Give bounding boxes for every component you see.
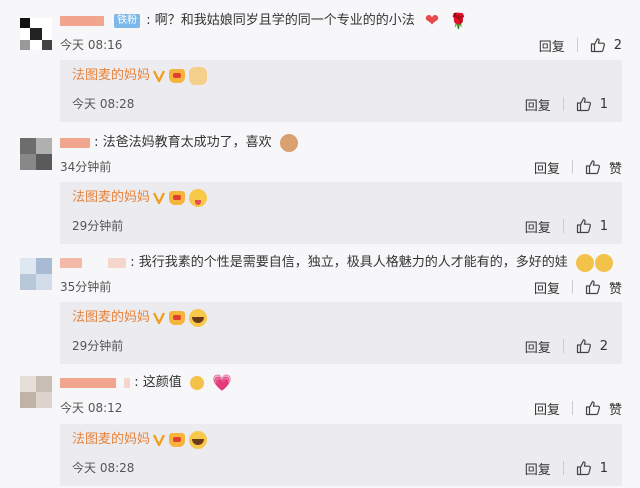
verified-v-icon xyxy=(153,192,166,205)
thumbs-up-icon xyxy=(576,338,592,354)
divider xyxy=(576,38,578,52)
handshake-emoji xyxy=(189,67,208,85)
reply-button[interactable]: 回复 xyxy=(525,337,551,356)
comment-text: 我行我素的个性是需要自信，独立，极具人格魅力的人才能有的，多好的娃 xyxy=(138,255,568,270)
masked-nickname[interactable] xyxy=(60,137,90,148)
laughing-emoji xyxy=(189,309,208,327)
reply-button[interactable]: 回复 xyxy=(525,95,551,114)
reply-author[interactable]: 法图麦的妈妈 xyxy=(72,308,150,328)
comment-text: 法爸法妈教育太成功了，喜欢 xyxy=(102,135,272,150)
avatar[interactable] xyxy=(20,138,52,170)
reply-box: 法图麦的妈妈 今天 08:28 回复 1 xyxy=(60,424,622,486)
divider xyxy=(571,280,573,294)
comment-time: 35分钟前 xyxy=(60,280,112,294)
like-count: 赞 xyxy=(608,402,622,418)
like-count: 赞 xyxy=(608,161,622,177)
crown-badge-icon xyxy=(169,433,186,447)
reply-button[interactable]: 回复 xyxy=(534,399,560,418)
comment-text: 这颜值 xyxy=(142,375,182,390)
avatar[interactable] xyxy=(20,258,52,290)
reply-time: 今天 08:28 xyxy=(72,461,135,475)
comment-actions: 回复 赞 xyxy=(534,277,622,297)
comment-text: 啊？和我姑娘同岁且学的同一个专业的的小法 xyxy=(154,13,415,28)
crown-badge-icon xyxy=(169,191,186,205)
thumbs-up-icon xyxy=(585,159,601,175)
like-count: 2 xyxy=(599,338,608,354)
like-count: 2 xyxy=(613,37,622,53)
reply-actions: 回复 1 xyxy=(525,216,608,236)
reply-time: 29分钟前 xyxy=(72,219,124,233)
avatar[interactable] xyxy=(20,376,52,408)
comment-actions: 回复 2 xyxy=(539,35,622,55)
like-button[interactable]: 2 xyxy=(576,338,608,354)
divider xyxy=(562,97,564,111)
reply-button[interactable]: 回复 xyxy=(539,36,565,55)
reply-box: 法图麦的妈妈 今天 08:28 回复 1 xyxy=(60,60,622,122)
reply-button[interactable]: 回复 xyxy=(534,278,560,297)
divider xyxy=(571,401,573,415)
reply-author[interactable]: 法图麦的妈妈 xyxy=(72,188,150,208)
bear-emoji xyxy=(279,133,298,152)
comment-time: 今天 08:16 xyxy=(60,38,123,52)
verified-v-icon xyxy=(153,312,166,325)
like-button[interactable]: 1 xyxy=(576,218,608,234)
tongue-out-emoji xyxy=(189,189,208,207)
divider xyxy=(571,160,573,174)
like-count: 1 xyxy=(599,96,608,112)
like-button[interactable]: 赞 xyxy=(585,158,622,177)
thumbs-up-icon xyxy=(576,96,592,112)
like-count: 赞 xyxy=(608,281,622,297)
masked-nickname[interactable] xyxy=(60,257,82,268)
heart-emoji: ❤ xyxy=(424,10,440,31)
thumbs-up-icon xyxy=(576,460,592,476)
comment-time: 34分钟前 xyxy=(60,160,112,174)
reply-author[interactable]: 法图麦的妈妈 xyxy=(72,66,150,86)
reply-actions: 回复 1 xyxy=(525,94,608,114)
like-button[interactable]: 1 xyxy=(576,460,608,476)
thumbs-up-icon xyxy=(585,279,601,295)
fan-badge: 铁粉 xyxy=(114,13,141,28)
reply-author[interactable]: 法图麦的妈妈 xyxy=(72,430,150,450)
reply-time: 今天 08:28 xyxy=(72,97,135,111)
crown-badge-icon xyxy=(169,69,186,83)
avatar[interactable] xyxy=(20,18,52,50)
rose-emoji: 🌹 xyxy=(449,11,468,30)
masked-nickname[interactable] xyxy=(60,377,116,388)
comment-actions: 回复 赞 xyxy=(534,398,622,418)
divider xyxy=(562,461,564,475)
reply-box: 法图麦的妈妈 29分钟前 回复 2 xyxy=(60,302,622,364)
reply-button[interactable]: 回复 xyxy=(534,158,560,177)
thumbs-up-icon xyxy=(590,37,606,53)
verified-v-icon xyxy=(153,70,166,83)
grin-emoji xyxy=(575,253,594,272)
reply-actions: 回复 2 xyxy=(525,336,608,356)
like-button[interactable]: 赞 xyxy=(585,278,622,297)
thumbs-up-icon xyxy=(585,400,601,416)
like-button[interactable]: 2 xyxy=(590,37,622,53)
divider xyxy=(562,339,564,353)
divider xyxy=(562,219,564,233)
laughing-emoji xyxy=(189,431,208,449)
verified-v-icon xyxy=(153,434,166,447)
reply-button[interactable]: 回复 xyxy=(525,217,551,236)
reply-time: 29分钟前 xyxy=(72,339,124,353)
like-count: 1 xyxy=(599,218,608,234)
like-count: 1 xyxy=(599,460,608,476)
reply-actions: 回复 1 xyxy=(525,458,608,478)
coin-emoji xyxy=(189,375,204,390)
comment-actions: 回复 赞 xyxy=(534,157,622,177)
like-button[interactable]: 赞 xyxy=(585,399,622,418)
masked-nickname[interactable] xyxy=(60,15,104,26)
reply-box: 法图麦的妈妈 29分钟前 回复 1 xyxy=(60,182,622,244)
thumbs-up-icon xyxy=(576,218,592,234)
like-button[interactable]: 1 xyxy=(576,96,608,112)
crown-badge-icon xyxy=(169,311,186,325)
grin-emoji xyxy=(594,253,613,272)
pink-heart-emoji: 💗 xyxy=(212,372,233,392)
reply-button[interactable]: 回复 xyxy=(525,459,551,478)
comment-time: 今天 08:12 xyxy=(60,401,123,415)
